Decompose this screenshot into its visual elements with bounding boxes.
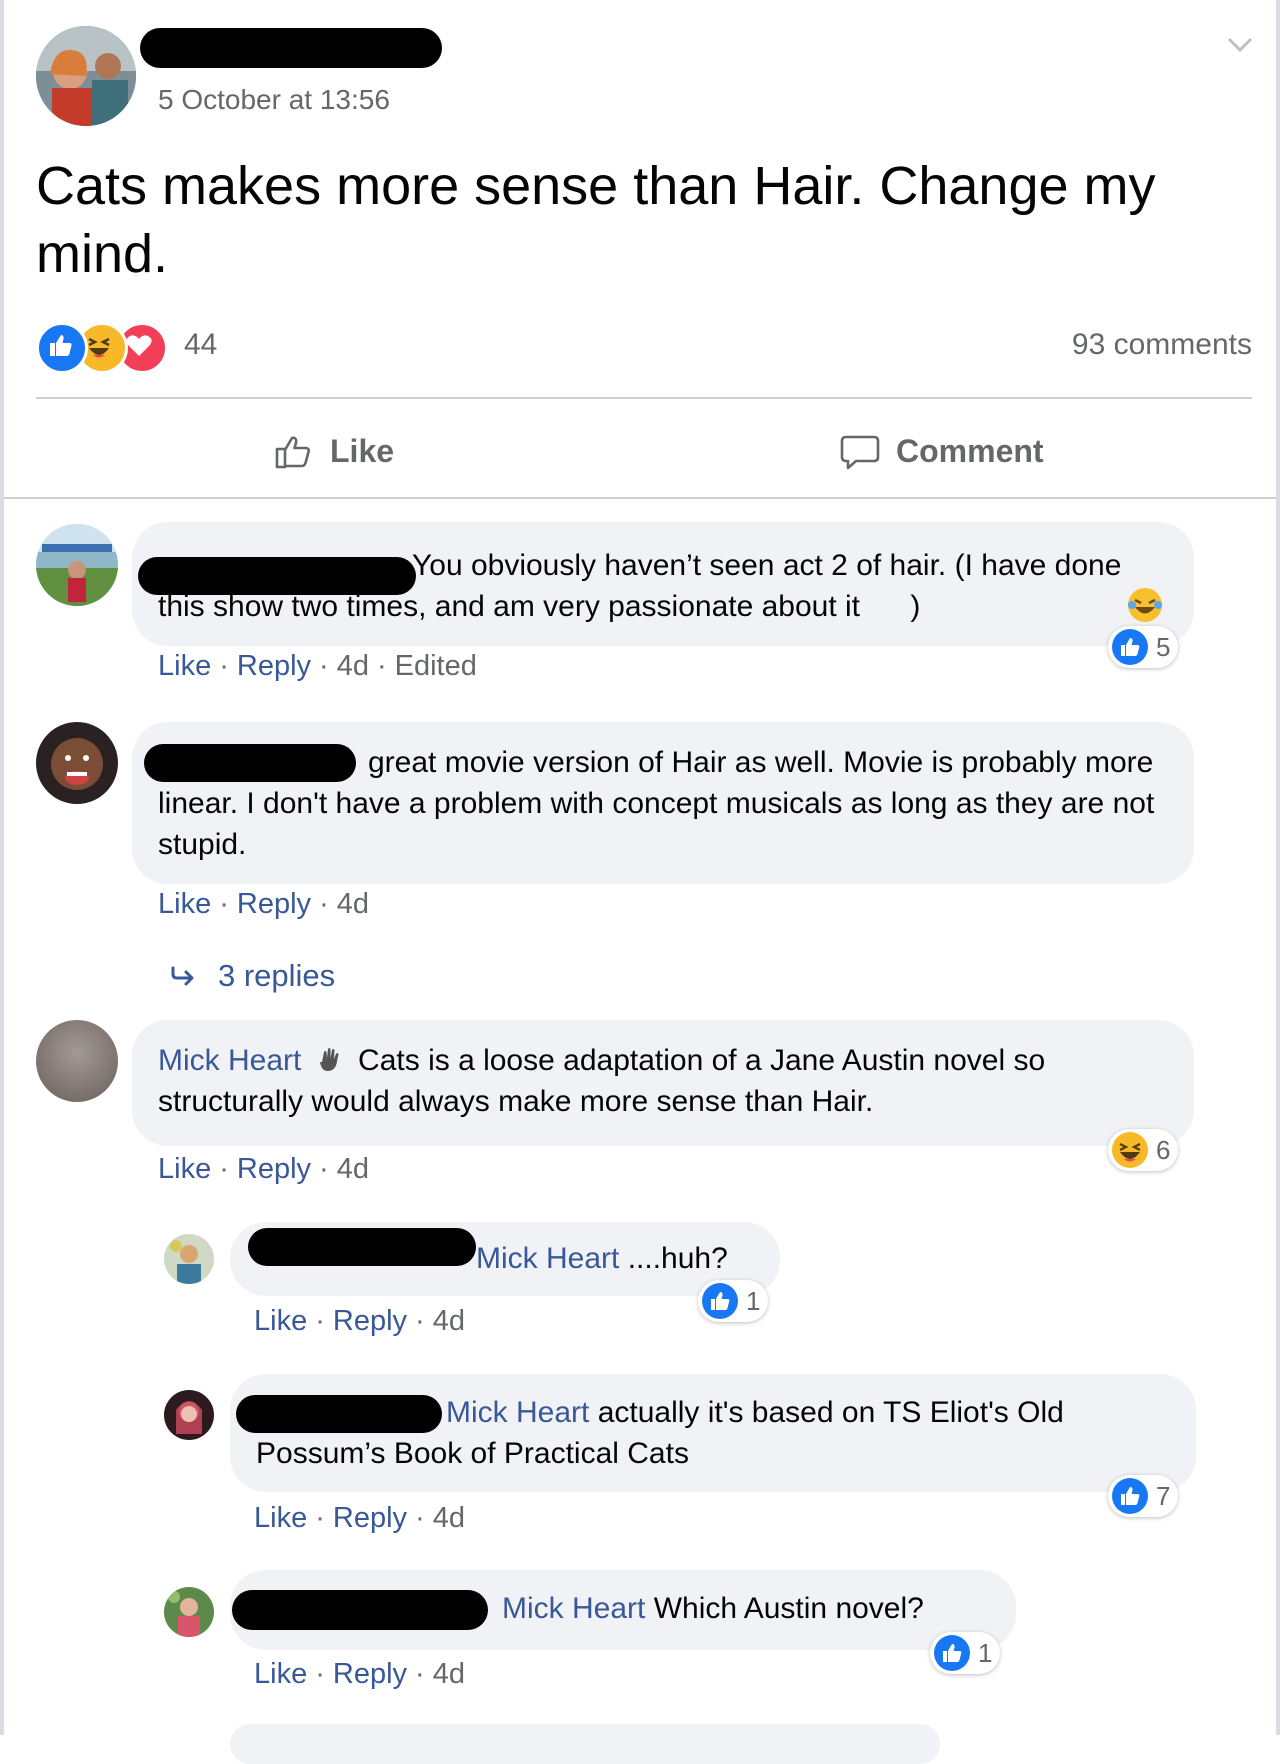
replier-avatar[interactable] (164, 1390, 214, 1440)
reply-arrow-icon (171, 966, 194, 986)
like-reaction-icon (36, 322, 88, 374)
reply-reply-link[interactable]: Reply (333, 1305, 407, 1337)
comment-text-end: ) (910, 590, 921, 623)
comments-count-link[interactable]: 93 comments (1072, 328, 1252, 362)
reply-reaction-badge[interactable]: 1 (930, 1632, 1001, 1674)
reply-actions: Like · Reply · 4d (254, 1658, 465, 1690)
divider (4, 497, 1276, 499)
laughing-emoji-icon (872, 586, 1163, 624)
left-border (0, 0, 4, 1735)
comment-time[interactable]: 4d (337, 888, 369, 920)
waving-hand-icon (314, 1044, 346, 1076)
reaction-count: 6 (1156, 1134, 1171, 1165)
redacted-replier-name (232, 1590, 488, 1630)
chevron-down-icon[interactable] (1225, 30, 1255, 60)
replier-avatar[interactable] (164, 1587, 214, 1637)
reply-reply-link[interactable]: Reply (333, 1502, 407, 1534)
reply-like-link[interactable]: Like (254, 1305, 307, 1337)
divider (36, 397, 1252, 399)
comment-actions: Like · Reply · 4d · Edited (158, 650, 477, 682)
comment-actions: Like · Reply · 4d (158, 1153, 369, 1185)
comment-text: You obviously haven’t seen act 2 of hair… (158, 545, 1168, 627)
reaction-count: 7 (1156, 1480, 1171, 1511)
comment-reply-link[interactable]: Reply (237, 1153, 311, 1185)
comment-button-label: Comment (896, 432, 1044, 469)
comment-time[interactable]: 4d (337, 650, 369, 682)
redacted-replier-name (248, 1228, 476, 1266)
comment-like-link[interactable]: Like (158, 650, 211, 682)
reply-time[interactable]: 4d (433, 1658, 465, 1690)
comment-button[interactable]: Comment (838, 420, 1044, 482)
haha-reaction-icon (1112, 1132, 1148, 1168)
mention-link[interactable]: Mick Heart (446, 1396, 589, 1429)
like-button-label: Like (330, 432, 395, 469)
reply-text-body: ....huh? (619, 1242, 728, 1275)
mention-link[interactable]: Mick Heart (476, 1242, 619, 1275)
right-border (1276, 0, 1280, 1735)
reaction-count: 1 (978, 1637, 993, 1668)
post-text: Cats makes more sense than Hair. Change … (36, 156, 1156, 284)
comment-like-link[interactable]: Like (158, 1153, 211, 1185)
view-replies-label: 3 replies (218, 958, 336, 993)
reply-reply-link[interactable]: Reply (333, 1658, 407, 1690)
post-action-bar: Like Comment (0, 420, 1276, 482)
reply-text: Mick Heart ....huh? (476, 1238, 776, 1279)
reply-like-link[interactable]: Like (254, 1502, 307, 1534)
reaction-count: 1 (746, 1285, 761, 1316)
commenter-avatar[interactable] (36, 524, 118, 606)
commenter-avatar[interactable] (36, 722, 118, 804)
comment-author-link[interactable]: Mick Heart (158, 1044, 301, 1077)
reply-bubble-partial (230, 1724, 940, 1764)
replier-avatar[interactable] (164, 1234, 214, 1284)
thumbs-up-icon (275, 436, 310, 469)
reply-time[interactable]: 4d (433, 1305, 465, 1337)
reaction-count: 44 (184, 328, 218, 361)
like-reaction-icon (934, 1635, 970, 1671)
reply-like-link[interactable]: Like (254, 1658, 307, 1690)
mention-link[interactable]: Mick Heart (502, 1592, 645, 1625)
comment-edited-label: Edited (394, 650, 477, 682)
like-button[interactable]: Like (272, 420, 394, 482)
reply-reaction-badge[interactable]: 7 (1108, 1475, 1179, 1517)
comment-like-link[interactable]: Like (158, 888, 211, 920)
reply-reaction-badge[interactable]: 1 (698, 1280, 769, 1322)
comment-reaction-badge[interactable]: 5 (1108, 626, 1179, 668)
like-reaction-icon (702, 1283, 738, 1319)
comment-text: great movie version of Hair as well. Mov… (158, 746, 1155, 861)
post-timestamp[interactable]: 5 October at 13:56 (158, 84, 390, 116)
redacted-author-name (140, 28, 442, 68)
like-reaction-icon (1112, 629, 1148, 665)
comment-time[interactable]: 4d (337, 1153, 369, 1185)
post-author-avatar[interactable] (36, 26, 136, 126)
comment-reaction-badge[interactable]: 6 (1108, 1129, 1179, 1171)
comment-reply-link[interactable]: Reply (237, 650, 311, 682)
reply-time[interactable]: 4d (433, 1502, 465, 1534)
reply-actions: Like · Reply · 4d (254, 1502, 465, 1534)
reaction-count: 5 (1156, 631, 1171, 662)
comment-text: Mick Heart Cats is a loose adaptation of… (158, 1040, 1168, 1122)
view-replies-link[interactable]: 3 replies (170, 958, 335, 994)
reply-text: Mick Heart Which Austin novel? (502, 1588, 1002, 1629)
comment-text-body: You obviously haven’t seen act 2 of hair… (158, 549, 1122, 623)
reply-text-body: actually it's based on TS Eliot's Old Po… (256, 1396, 1064, 1470)
commenter-avatar[interactable] (36, 1020, 118, 1102)
comment-actions: Like · Reply · 4d (158, 888, 369, 920)
reply-text: Mick Heart actually it's based on TS Eli… (256, 1392, 1176, 1474)
like-reaction-icon (1112, 1478, 1148, 1514)
speech-bubble-icon (840, 435, 880, 470)
reply-text-body: Which Austin novel? (645, 1592, 924, 1625)
reply-actions: Like · Reply · 4d (254, 1305, 465, 1337)
comment-reply-link[interactable]: Reply (237, 888, 311, 920)
